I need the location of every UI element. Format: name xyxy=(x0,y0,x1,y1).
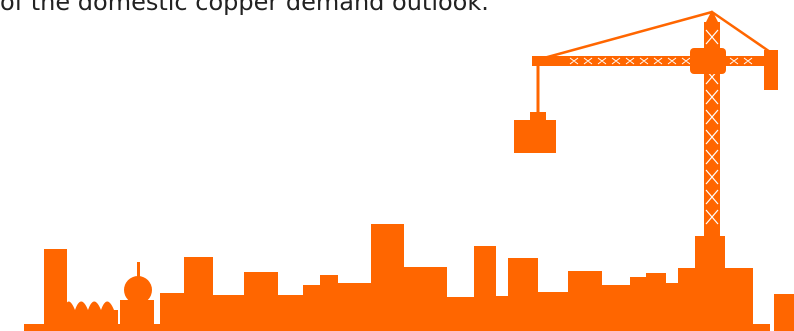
building xyxy=(725,268,753,327)
building xyxy=(774,294,794,331)
arches xyxy=(64,301,118,327)
building xyxy=(666,283,678,327)
building xyxy=(278,295,303,327)
tower-ball xyxy=(124,276,152,304)
building xyxy=(447,297,474,327)
building xyxy=(320,275,338,327)
building xyxy=(160,293,184,327)
building xyxy=(695,236,725,327)
building xyxy=(568,271,602,327)
building xyxy=(184,257,213,327)
building xyxy=(630,277,646,327)
building xyxy=(213,295,244,327)
tower-antenna xyxy=(137,262,140,277)
building xyxy=(371,224,404,327)
building xyxy=(602,285,630,327)
crane-jib xyxy=(532,56,776,66)
building xyxy=(244,272,278,327)
building xyxy=(646,273,666,327)
crane-cab xyxy=(690,48,726,74)
crane-counterweight xyxy=(764,50,778,90)
crane-cable xyxy=(532,10,713,63)
building xyxy=(474,246,496,327)
crane-load-top xyxy=(530,112,546,121)
building xyxy=(404,267,447,327)
building xyxy=(303,285,320,327)
building xyxy=(508,258,538,327)
crane-group xyxy=(514,10,778,238)
building xyxy=(120,300,154,327)
building xyxy=(44,249,67,327)
crane-load xyxy=(514,120,556,153)
skyline-group xyxy=(24,224,794,331)
building xyxy=(338,283,372,327)
building xyxy=(496,296,508,327)
building xyxy=(538,292,568,327)
skyline-crane-illustration xyxy=(24,10,794,331)
